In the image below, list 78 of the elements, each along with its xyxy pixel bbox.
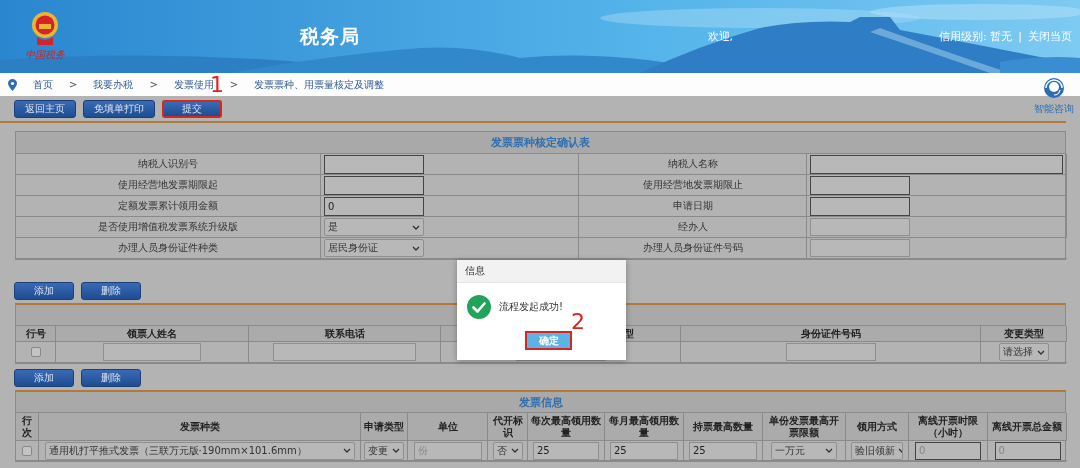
column-header: 持票最高数量 (693, 420, 753, 433)
table-button[interactable]: 添加 (14, 282, 74, 300)
credit-level: 信用级别: 暂无 (939, 29, 1013, 44)
emblem-icon (31, 11, 59, 47)
column-header: 单份发票最高开票限额 (768, 414, 840, 439)
column-header: 身份证件号码 (800, 327, 861, 340)
column-header: 变更类型 (1003, 327, 1044, 340)
breadcrumb-separator: > (69, 79, 78, 90)
select-field[interactable]: 变更 (364, 441, 404, 460)
select-field[interactable]: 一万元 (771, 441, 837, 460)
row-checkbox[interactable] (30, 347, 41, 357)
separator-text: | (1018, 30, 1022, 43)
input-field[interactable] (810, 154, 1063, 174)
column-header: 代开标识 (491, 414, 524, 439)
input-field[interactable] (810, 175, 910, 195)
input-field[interactable] (273, 343, 416, 361)
field-label: 经办人 (677, 220, 708, 234)
input-field[interactable]: 25 (610, 441, 678, 460)
table-title: 发票票种核定确认表 (491, 135, 590, 150)
table-button[interactable]: 删除 (81, 282, 141, 300)
toolbar-button[interactable]: 提交 (162, 99, 222, 118)
table-title: 发票信息 (518, 394, 563, 410)
column-header: 行次 (21, 414, 33, 439)
column-header: 领用方式 (857, 420, 897, 433)
input-field[interactable] (785, 343, 876, 361)
headset-icon[interactable] (1042, 76, 1066, 100)
input-field[interactable]: 25 (689, 441, 757, 460)
breadcrumb-link[interactable]: 我要办税 (93, 77, 134, 92)
toolbar-button[interactable]: 免填单打印 (83, 99, 155, 118)
toolbar-button[interactable]: 返回主页 (14, 99, 76, 118)
location-pin-icon (8, 78, 17, 91)
table-button[interactable]: 添加 (14, 369, 74, 387)
dialog-message: 流程发起成功! (499, 300, 563, 314)
column-header: 申请类型 (364, 420, 404, 433)
select-field[interactable]: 是 (324, 218, 424, 236)
breadcrumb-link[interactable]: 首页 (33, 77, 53, 92)
field-label: 使用经营地发票期限止 (642, 178, 743, 192)
breadcrumb-separator: > (149, 79, 158, 90)
select-field[interactable]: 验旧领新 (851, 441, 903, 460)
input-field[interactable] (324, 175, 424, 195)
welcome-text: 欢迎, (707, 29, 734, 44)
select-field[interactable]: 请选择 (999, 343, 1049, 361)
table-button[interactable]: 删除 (81, 369, 141, 387)
select-field[interactable]: 否 (492, 441, 523, 460)
input-field[interactable]: 25 (533, 441, 599, 460)
dialog-title: 信息 (465, 264, 485, 278)
breadcrumb-link[interactable]: 发票票种、用票量核定及调整 (254, 77, 385, 92)
field-label: 纳税人名称 (667, 157, 718, 171)
field-label: 办理人员身份证件种类 (118, 241, 218, 255)
column-header: 每次最高领用数量 (531, 414, 601, 439)
column-header: 领票人姓名 (127, 327, 177, 340)
column-header: 离线开票时限（小时） (917, 414, 979, 439)
column-header: 单位 (437, 420, 458, 433)
input-field[interactable] (103, 343, 201, 361)
column-header: 联系电话 (324, 327, 365, 340)
input-field[interactable] (810, 239, 910, 257)
select-field[interactable]: 居民身份证 (324, 239, 424, 257)
input-field[interactable] (810, 196, 910, 216)
input-field[interactable] (810, 218, 910, 236)
field-label: 使用经营地发票期限起 (118, 178, 218, 192)
field-label: 申请日期 (672, 199, 713, 213)
field-label: 办理人员身份证件号码 (642, 241, 743, 255)
step-number: 2 (571, 310, 585, 334)
field-label: 纳税人识别号 (138, 157, 198, 171)
input-field[interactable]: 0 (324, 196, 424, 216)
column-header: 发票种类 (179, 420, 220, 433)
field-label: 定额发票累计领用金额 (118, 199, 218, 213)
success-check-icon (467, 295, 491, 319)
select-field[interactable]: 通用机打平推式发票（三联万元版·190mm×101.6mm） (44, 441, 355, 460)
column-header: 离线开票总金额 (992, 420, 1062, 433)
breadcrumb-separator: > (229, 79, 239, 90)
input-field[interactable] (324, 154, 424, 174)
site-title: 税务局 (300, 23, 360, 49)
field-label: 是否使用增值税发票系统升级版 (98, 220, 238, 234)
emblem-caption: 中国税务 (25, 48, 65, 62)
column-header: 每月最高领用数量 (608, 414, 680, 439)
column-header: 行号 (25, 327, 46, 340)
row-checkbox[interactable] (22, 445, 32, 456)
